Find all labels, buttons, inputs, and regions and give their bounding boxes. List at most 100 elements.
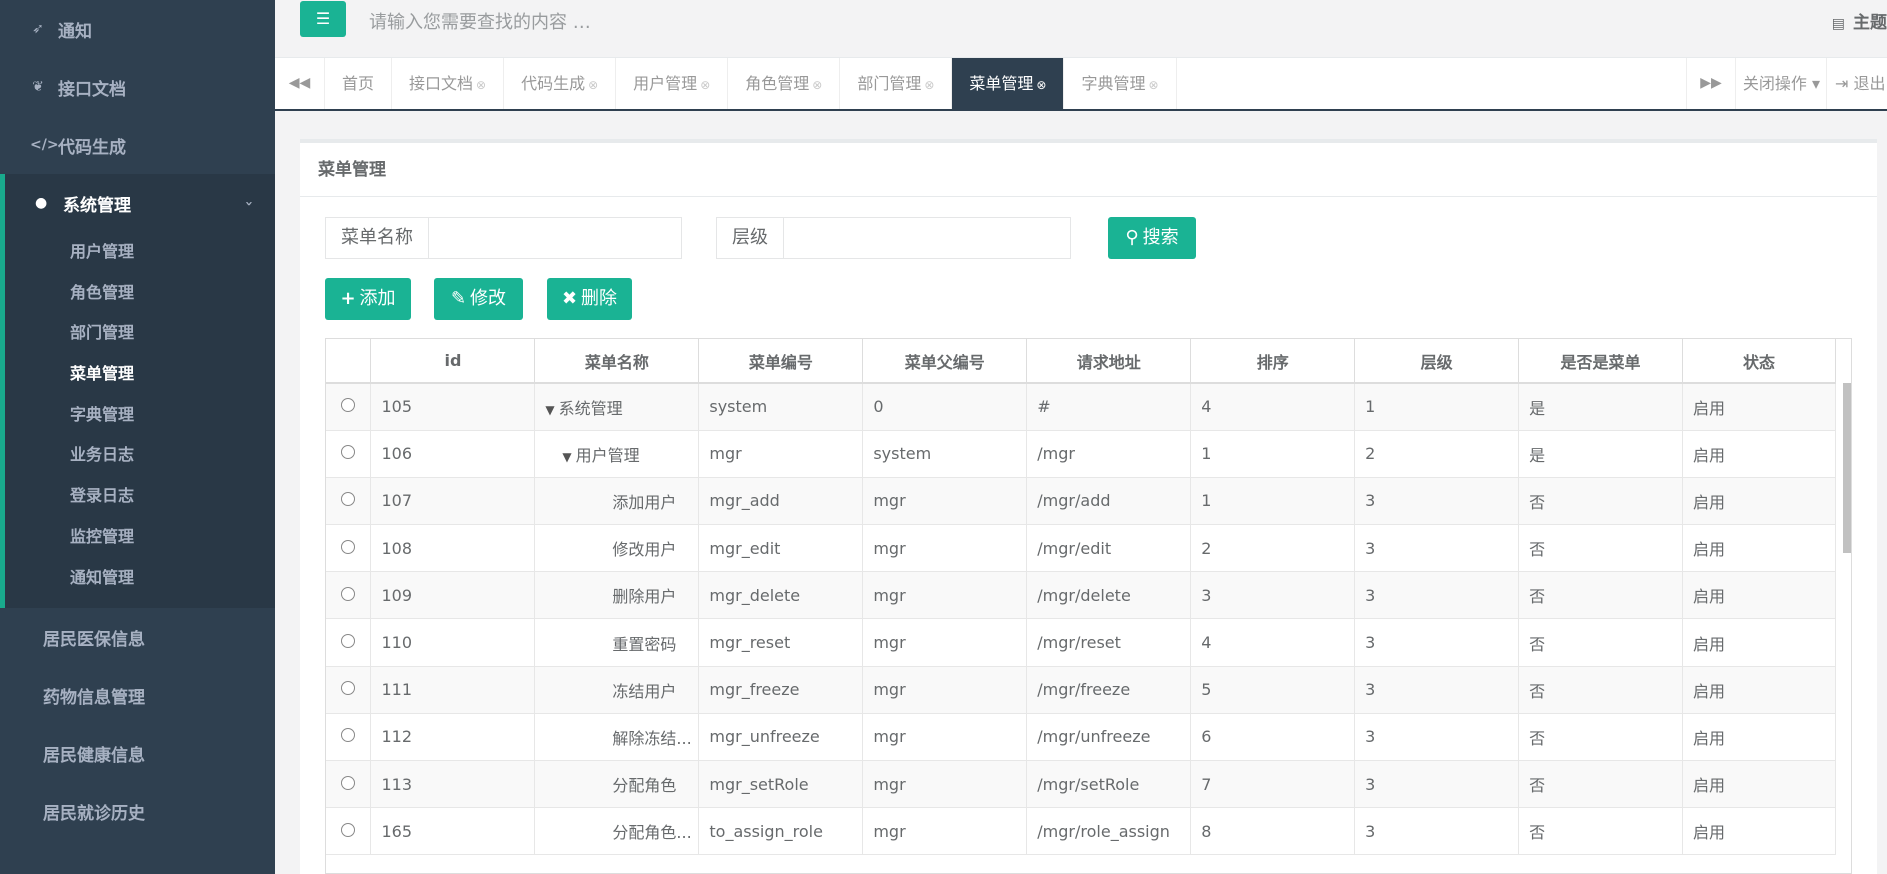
menu-code-cell: to_assign_role <box>698 807 864 856</box>
column-header[interactable]: id <box>370 339 536 384</box>
sidebar-subitem-notice[interactable]: 通知管理 <box>5 558 275 599</box>
tab-codegen[interactable]: 代码生成 ⊗ <box>504 58 617 109</box>
row-radio[interactable] <box>341 445 356 460</box>
table-row[interactable]: 109 删除用户 mgr_delete mgr/mgr/delete 3 3 否启用 <box>326 571 1837 620</box>
theme-button[interactable]: ▤ 主题 <box>1832 8 1887 33</box>
chevron-down-icon[interactable]: ▼ <box>545 403 554 417</box>
column-header[interactable]: 状态 <box>1682 339 1837 384</box>
backward-icon: ◀◀ <box>288 75 311 91</box>
menu-name-cell: 分配角色 <box>534 760 700 809</box>
status-cell: 启用 <box>1682 524 1837 573</box>
tabs-scroll-left-button[interactable]: ◀◀ <box>275 58 325 109</box>
column-header[interactable]: 层级 <box>1354 339 1520 384</box>
column-header[interactable]: 菜单编号 <box>698 339 864 384</box>
sidebar-item-system[interactable]: ● 系统管理 › <box>5 174 275 232</box>
url-cell: /mgr/add <box>1026 477 1192 526</box>
table-row[interactable]: 108 修改用户 mgr_edit mgr/mgr/edit 2 3 否启用 <box>326 524 1837 573</box>
menu-name-text: 冻结用户 <box>612 681 677 701</box>
close-icon[interactable]: ⊗ <box>1149 78 1159 92</box>
row-radio[interactable] <box>341 492 356 507</box>
close-icon[interactable]: ⊗ <box>812 78 822 92</box>
row-radio[interactable] <box>341 728 356 743</box>
row-radio[interactable] <box>341 634 356 649</box>
menu-code-cell: mgr_add <box>698 477 864 526</box>
status-cell: 启用 <box>1682 713 1837 762</box>
sidebar-subitem-monitor[interactable]: 监控管理 <box>5 517 275 558</box>
close-icon[interactable]: ⊗ <box>1036 78 1046 92</box>
column-header[interactable]: 菜单父编号 <box>862 339 1028 384</box>
row-radio[interactable] <box>341 822 356 837</box>
close-icon[interactable]: ⊗ <box>700 78 710 92</box>
tab-dict[interactable]: 字典管理 ⊗ <box>1064 58 1177 109</box>
sidebar-subitem-dict[interactable]: 字典管理 <box>5 395 275 436</box>
logout-button[interactable]: ⇥ 退出 <box>1835 58 1886 109</box>
table-scrollbar[interactable] <box>1843 383 1851 553</box>
sort-cell: 1 <box>1190 477 1356 526</box>
url-cell: /mgr/edit <box>1026 524 1192 573</box>
row-radio[interactable] <box>341 586 356 601</box>
row-radio[interactable] <box>341 398 356 413</box>
menu-code-cell: mgr_freeze <box>698 666 864 714</box>
row-radio[interactable] <box>341 539 356 554</box>
sidebar-subitem-menus[interactable]: 菜单管理 <box>5 354 275 395</box>
column-header[interactable]: 排序 <box>1190 339 1356 384</box>
status-cell: 启用 <box>1682 807 1837 856</box>
tab-home[interactable]: 首页 <box>325 58 393 109</box>
column-header[interactable]: 菜单名称 <box>534 339 700 384</box>
menu-name-input[interactable] <box>429 217 682 259</box>
global-search-input[interactable]: 请输入您需要查找的内容 … <box>369 8 591 34</box>
level-input[interactable] <box>784 217 1071 259</box>
table-row[interactable]: 112 解除冻结... mgr_unfreeze mgr/mgr/unfreeze 6 3… <box>326 713 1837 762</box>
tab-users[interactable]: 用户管理 ⊗ <box>616 58 729 109</box>
tabs-scroll-right-button[interactable]: ▶▶ <box>1686 58 1736 109</box>
delete-button[interactable]: ✖ 删除 <box>547 278 632 320</box>
tab-api-docs[interactable]: 接口文档 ⊗ <box>392 58 505 109</box>
tab-menus[interactable]: 菜单管理 ⊗ <box>952 58 1065 109</box>
sidebar-subitem-users[interactable]: 用户管理 <box>5 232 275 273</box>
sidebar-item-health[interactable]: 居民健康信息 <box>0 724 275 782</box>
search-button[interactable]: ⚲ 搜索 <box>1108 217 1196 259</box>
sort-cell: 2 <box>1190 524 1356 573</box>
table-row[interactable]: 105 ▼ 系统管理 system 0 #4 1 是启用 <box>326 383 1837 431</box>
sidebar-subitem-depts[interactable]: 部门管理 <box>5 313 275 354</box>
sidebar-item-drugs[interactable]: 药物信息管理 <box>0 666 275 724</box>
table-row[interactable]: 106 ▼ 用户管理 mgr system/mgr 1 2 是启用 <box>326 430 1837 478</box>
sidebar-item-api-docs[interactable]: ❦ 接口文档 <box>0 58 275 116</box>
close-icon[interactable]: ⊗ <box>588 78 598 92</box>
tab-roles[interactable]: 角色管理 ⊗ <box>728 58 841 109</box>
panel-title: 菜单管理 <box>300 143 1877 197</box>
sidebar-item-notify[interactable]: ➶ 通知 <box>0 0 275 58</box>
id-cell: 109 <box>370 571 536 620</box>
close-operations-dropdown[interactable]: 关闭操作 ▾ <box>1737 58 1827 109</box>
menu-toggle-button[interactable]: ☰ <box>300 1 346 37</box>
tab-label: 首页 <box>342 74 375 93</box>
sidebar-subitem-login-log[interactable]: 登录日志 <box>5 476 275 517</box>
sidebar-subitem-biz-log[interactable]: 业务日志 <box>5 435 275 476</box>
sidebar-item-visits[interactable]: 居民就诊历史 <box>0 782 275 840</box>
table-row[interactable]: 111 冻结用户 mgr_freeze mgr/mgr/freeze 5 3 否启用 <box>326 666 1837 714</box>
sidebar-item-codegen[interactable]: </> 代码生成 <box>0 116 275 174</box>
table-row[interactable]: 107 添加用户 mgr_add mgr/mgr/add 1 3 否启用 <box>326 477 1837 526</box>
column-header[interactable]: 请求地址 <box>1026 339 1192 384</box>
sidebar-group-system: ● 系统管理 › 用户管理 角色管理 部门管理 菜单管理 字典管理 业务日志 登… <box>0 174 275 609</box>
table-row[interactable]: 110 重置密码 mgr_reset mgr/mgr/reset 4 3 否启用 <box>326 618 1837 667</box>
sidebar-subitem-roles[interactable]: 角色管理 <box>5 273 275 314</box>
edit-button[interactable]: ✎ 修改 <box>434 278 523 320</box>
level-cell: 3 <box>1354 760 1520 809</box>
level-cell: 3 <box>1354 571 1520 620</box>
chevron-down-icon[interactable]: ▼ <box>562 450 571 464</box>
table-row[interactable]: 165 分配角色... to_assign_role mgr/mgr/role_ass… <box>326 807 1837 856</box>
add-button[interactable]: + 添加 <box>325 278 411 320</box>
tab-label: 代码生成 <box>521 74 586 93</box>
tab-depts[interactable]: 部门管理 ⊗ <box>840 58 953 109</box>
close-icon[interactable]: ⊗ <box>924 78 934 92</box>
chevron-down-icon: › <box>240 200 256 206</box>
table-row[interactable]: 113 分配角色 mgr_setRole mgr/mgr/setRole 7 3 否启用 <box>326 760 1837 809</box>
sidebar-item-insurance[interactable]: 居民医保信息 <box>0 608 275 666</box>
column-header[interactable]: 是否是菜单 <box>1518 339 1683 384</box>
is-menu-cell: 是 <box>1518 430 1683 478</box>
close-icon[interactable]: ⊗ <box>476 78 486 92</box>
row-radio[interactable] <box>341 775 356 790</box>
row-radio[interactable] <box>341 681 356 696</box>
parent-code-cell: mgr <box>862 807 1028 856</box>
